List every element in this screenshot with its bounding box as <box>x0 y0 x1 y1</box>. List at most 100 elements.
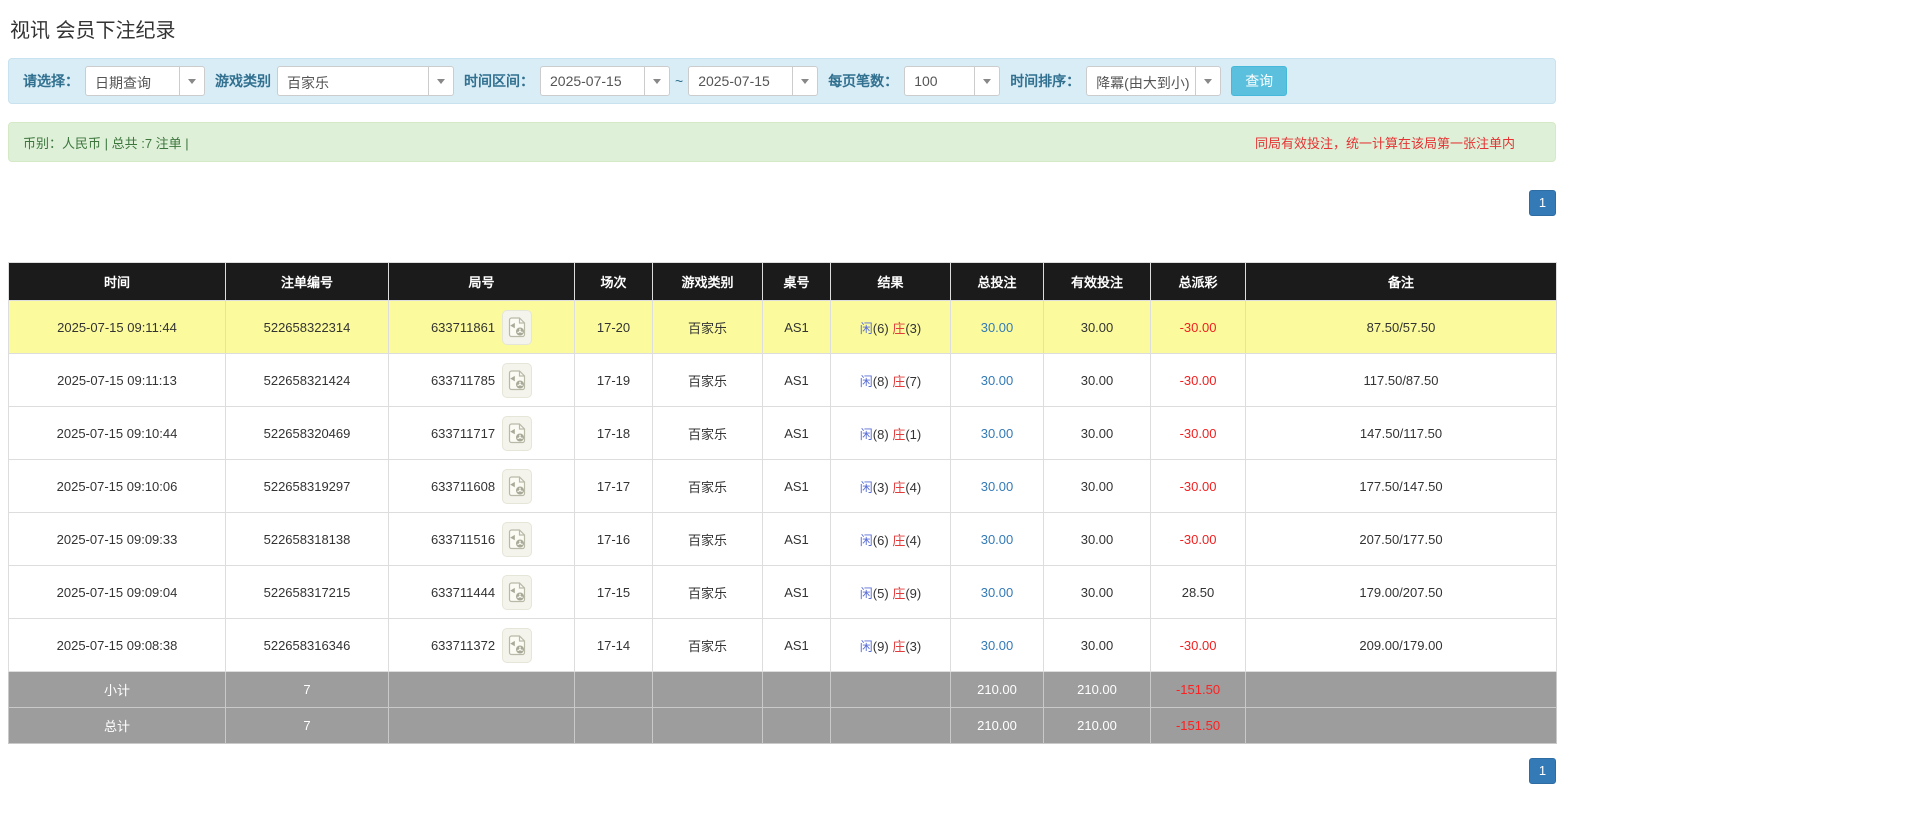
result-player-score: (6) <box>872 320 889 336</box>
total-bet-link[interactable]: 30.00 <box>981 373 1014 388</box>
cell-valid-bet: 30.00 <box>1043 618 1151 672</box>
film-document-glyph <box>508 369 525 390</box>
result-banker-score: (4) <box>905 532 922 548</box>
result-banker-score: (1) <box>905 426 922 442</box>
time-range-label: 时间区间： <box>464 73 534 89</box>
round-id-text: 633711444 <box>430 584 496 600</box>
cell-remark: 179.00/207.50 <box>1245 565 1557 619</box>
result-player-label: 闲 <box>859 532 873 548</box>
game-type-select[interactable]: 百家乐 <box>277 66 454 96</box>
query-type-select[interactable]: 日期查询 <box>85 66 205 96</box>
cell-round-id: 633711785 <box>388 353 575 407</box>
round-id-text: 633711861 <box>430 319 496 335</box>
bet-records-table: 时间 注单编号 局号 场次 游戏类别 桌号 结果 总投注 有效投注 总派彩 备注 2025-07-1… <box>8 262 1557 744</box>
total-bet-link[interactable]: 30.00 <box>981 532 1014 547</box>
cell-total-bet: 30.00 <box>950 406 1044 460</box>
summary-row: 总计 7 210.00 210.00 -151.50 <box>8 707 1557 744</box>
video-icon[interactable] <box>502 362 533 398</box>
cell-bet-id: 522658320469 <box>225 406 389 460</box>
cell-round-id: 633711717 <box>388 406 575 460</box>
chevron-down-icon[interactable] <box>428 67 453 95</box>
filter-bar: 请选择： 日期查询 游戏类别 百家乐 时间区间： 2025-07-15 ~ 20… <box>8 58 1556 104</box>
cell-total-bet: 30.00 <box>950 512 1044 566</box>
cell-result: 闲(8) 庄(1) <box>830 406 951 460</box>
cell-result: 闲(5) 庄(9) <box>830 565 951 619</box>
cell-round-id: 633711861 <box>388 300 575 354</box>
cell-total-bet: 30.00 <box>950 300 1044 354</box>
page-button-1[interactable]: 1 <box>1529 190 1556 216</box>
cell-session: 17-19 <box>574 353 653 407</box>
cell-remark: 87.50/57.50 <box>1245 300 1557 354</box>
summary-total-bet: 210.00 <box>950 671 1044 708</box>
game-type-value: 百家乐 <box>287 75 329 91</box>
per-page-value: 100 <box>914 73 938 89</box>
column-header: 有效投注 <box>1043 262 1151 301</box>
cell-payout: -30.00 <box>1150 300 1246 354</box>
cell-time: 2025-07-15 09:09:04 <box>8 565 226 619</box>
game-type-label: 游戏类别 <box>215 73 271 89</box>
pagination-bottom: 1 <box>8 758 1556 784</box>
date-to-input[interactable]: 2025-07-15 <box>688 66 819 96</box>
cell-remark: 209.00/179.00 <box>1245 618 1557 672</box>
per-page-select[interactable]: 100 <box>904 66 1001 96</box>
payout-value: 28.50 <box>1181 584 1215 600</box>
table-row: 2025-07-15 09:11:13 522658321424 633711785… <box>8 353 1557 407</box>
cell-total-bet: 30.00 <box>950 353 1044 407</box>
search-button[interactable]: 查询 <box>1231 66 1288 96</box>
total-bet-link[interactable]: 30.00 <box>981 638 1014 653</box>
summary-bar: 币别：人民币 | 总共 :7 注单 | 同局有效投注，统一计算在该局第一张注单内 <box>8 122 1556 162</box>
cell-bet-id: 522658316346 <box>225 618 389 672</box>
cell-remark: 177.50/147.50 <box>1245 459 1557 513</box>
cell-session: 17-18 <box>574 406 653 460</box>
cell-valid-bet: 30.00 <box>1043 565 1151 619</box>
cell-payout: -30.00 <box>1150 459 1246 513</box>
total-bet-link[interactable]: 30.00 <box>981 320 1014 335</box>
total-bet-link[interactable]: 30.00 <box>981 479 1014 494</box>
cell-time: 2025-07-15 09:10:44 <box>8 406 226 460</box>
result-player-score: (8) <box>872 373 889 389</box>
cell-round-id: 633711608 <box>388 459 575 513</box>
film-document-glyph <box>508 528 525 549</box>
result-player-label: 闲 <box>859 373 873 389</box>
film-document-glyph <box>508 422 525 443</box>
film-document-glyph <box>508 316 525 337</box>
round-id-text: 633711608 <box>430 478 496 494</box>
video-icon[interactable] <box>502 415 533 451</box>
cell-remark: 147.50/117.50 <box>1245 406 1557 460</box>
payout-value: -30.00 <box>1179 478 1217 494</box>
column-header: 总投注 <box>950 262 1044 301</box>
date-from-input[interactable]: 2025-07-15 <box>540 66 670 96</box>
video-icon[interactable] <box>502 468 533 504</box>
chevron-down-icon[interactable] <box>179 67 204 95</box>
cell-bet-id: 522658322314 <box>225 300 389 354</box>
video-icon[interactable] <box>502 521 533 557</box>
result-banker-score: (4) <box>905 479 922 495</box>
cell-total-bet: 30.00 <box>950 459 1044 513</box>
cell-bet-id: 522658319297 <box>225 459 389 513</box>
chevron-down-icon[interactable] <box>974 67 1000 95</box>
cell-session: 17-17 <box>574 459 653 513</box>
cell-session: 17-16 <box>574 512 653 566</box>
table-row: 2025-07-15 09:10:44 522658320469 633711717… <box>8 406 1557 460</box>
total-bet-link[interactable]: 30.00 <box>981 426 1014 441</box>
valid-bet-notice-text: 同局有效投注，统一计算在该局第一张注单内 <box>1254 135 1515 151</box>
chevron-down-icon[interactable] <box>792 67 818 95</box>
column-header: 桌号 <box>762 262 831 301</box>
cell-bet-id: 522658317215 <box>225 565 389 619</box>
page-button-1[interactable]: 1 <box>1529 758 1556 784</box>
video-icon[interactable] <box>502 309 533 345</box>
result-banker-score: (7) <box>905 373 922 389</box>
date-to-value: 2025-07-15 <box>698 73 770 89</box>
sort-order-select[interactable]: 降冪(由大到小) <box>1086 66 1222 96</box>
video-icon[interactable] <box>502 627 533 663</box>
total-bet-link[interactable]: 30.00 <box>981 585 1014 600</box>
video-icon[interactable] <box>502 574 533 610</box>
cell-remark: 117.50/87.50 <box>1245 353 1557 407</box>
chevron-down-icon[interactable] <box>644 67 669 95</box>
cell-table-no: AS1 <box>762 618 831 672</box>
result-player-score: (5) <box>872 585 889 601</box>
payout-value: -30.00 <box>1179 319 1217 335</box>
chevron-down-icon[interactable] <box>1195 67 1221 95</box>
round-id-text: 633711717 <box>430 425 496 441</box>
column-header: 备注 <box>1245 262 1557 301</box>
